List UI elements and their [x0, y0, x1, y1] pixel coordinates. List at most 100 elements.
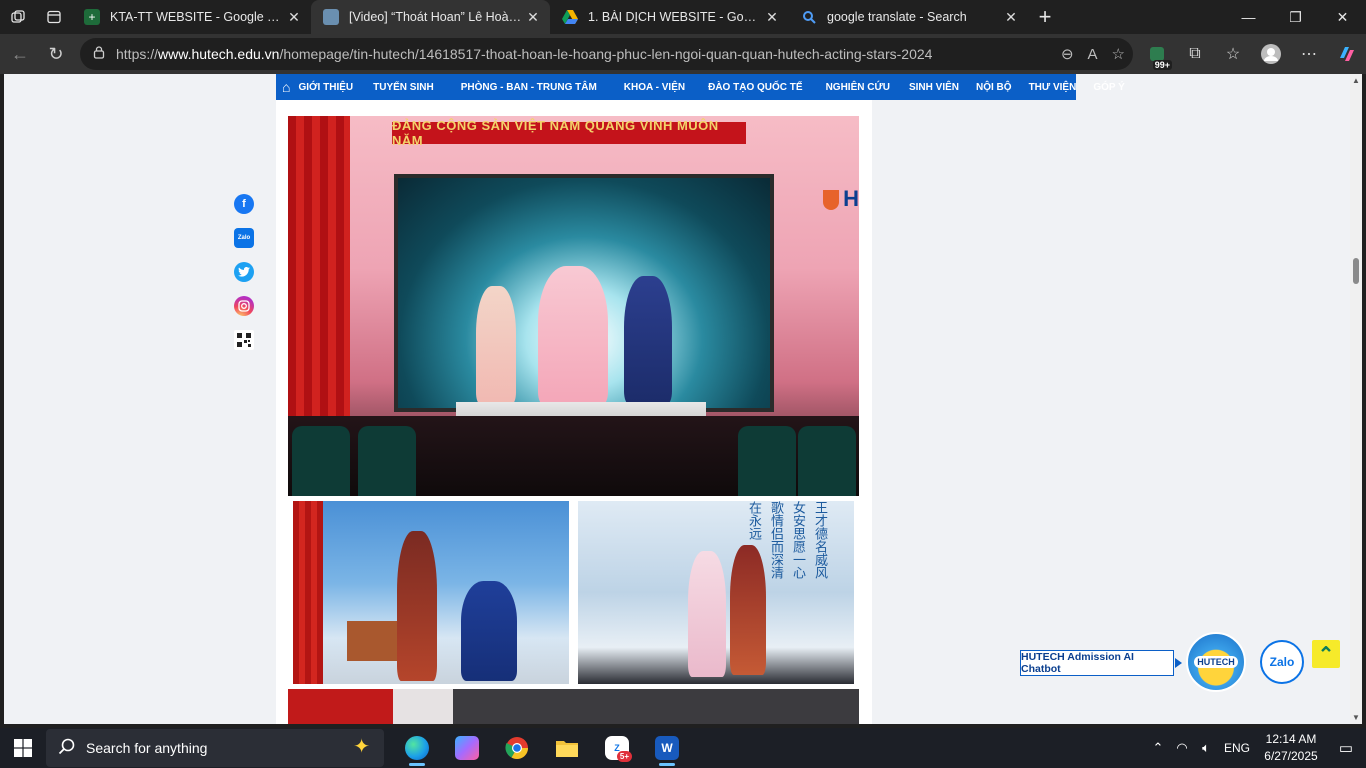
volume-icon[interactable]: 🔈︎	[1194, 740, 1218, 756]
refresh-icon[interactable]: ↻	[38, 36, 74, 72]
search-icon	[801, 9, 817, 25]
scroll-to-top-icon[interactable]: ⌃	[1312, 640, 1340, 668]
browser-toolbar: ← ↻ https://www.hutech.edu.vn/homepage/t…	[0, 34, 1366, 74]
extension-icon[interactable]: 99+	[1138, 34, 1176, 74]
favorites-icon[interactable]: ☆	[1214, 34, 1252, 74]
photo-banner-text: ĐẢNG CỘNG SẢN VIỆT NAM QUANG VINH MUÔN N…	[392, 118, 746, 148]
nav-thu-vien[interactable]: THƯ VIỆN	[1029, 82, 1077, 93]
zalo-taskbar-icon[interactable]: Z 5+	[592, 728, 642, 768]
google-drive-icon	[562, 9, 578, 25]
language-indicator[interactable]: ENG	[1218, 741, 1256, 755]
system-tray: ⌃ ◠ 🔈︎ ENG 12:14 AM 6/27/2025 ▭	[1146, 728, 1366, 768]
chrome-taskbar-icon[interactable]	[492, 728, 542, 768]
chatbot-avatar-button[interactable]: HUTECH	[1186, 632, 1246, 692]
zalo-chat-button[interactable]: Zalo	[1260, 640, 1304, 684]
hutech-page-icon	[323, 9, 339, 25]
chevron-up-icon[interactable]: ⌃	[1146, 740, 1170, 756]
performer	[624, 276, 672, 404]
nav-gioi-thieu[interactable]: GIỚI THIỆU	[298, 82, 353, 93]
file-explorer-taskbar-icon[interactable]	[542, 728, 592, 768]
url-text: https://www.hutech.edu.vn/homepage/tin-h…	[116, 46, 933, 62]
wifi-icon[interactable]: ◠	[1170, 740, 1194, 756]
facebook-icon[interactable]: f	[234, 194, 254, 214]
nav-tuyen-sinh[interactable]: TUYỂN SINH	[373, 82, 434, 93]
prop-table	[347, 621, 397, 661]
qr-code-icon[interactable]	[234, 330, 254, 350]
nav-gop-y[interactable]: GÓP Ý	[1093, 82, 1125, 93]
windows-start-icon[interactable]	[0, 728, 46, 768]
performer	[730, 545, 766, 675]
toolbar-right: 99+ ⧉ ☆ ⋯	[1138, 34, 1366, 74]
article-photo-next	[288, 689, 859, 724]
close-icon[interactable]: ✕	[285, 9, 303, 26]
performer	[688, 551, 726, 677]
nav-noi-bo[interactable]: NỘI BỘ	[976, 82, 1012, 93]
nav-nghien-cuu[interactable]: NGHIÊN CỨU	[826, 82, 890, 93]
article-photo-duel	[293, 501, 569, 684]
social-share-bar: f Zalo	[234, 194, 254, 350]
chatbot-label[interactable]: HUTECH Admission AI Chatbot	[1020, 650, 1174, 676]
taskbar-search[interactable]: Search for anything ✦	[46, 729, 384, 767]
tab-actions-icon[interactable]	[36, 0, 72, 34]
restore-icon[interactable]: ❐	[1272, 0, 1319, 34]
performer	[397, 531, 437, 681]
tab-google-drive[interactable]: 1. BÀI DỊCH WEBSITE - Google Dr ✕	[550, 0, 789, 34]
tab-hutech-article[interactable]: [Video] “Thoát Hoan” Lê Hoàng P ✕	[311, 0, 550, 34]
word-taskbar-icon[interactable]: W	[642, 728, 692, 768]
page-viewport: ⌂ GIỚI THIỆU TUYỂN SINH PHÒNG - BAN - TR…	[4, 74, 1350, 724]
site-info-icon[interactable]	[92, 45, 106, 64]
close-icon[interactable]: ✕	[763, 9, 781, 26]
workspaces-icon[interactable]	[0, 0, 36, 34]
twitter-icon[interactable]	[234, 262, 254, 282]
extensions-puzzle-icon[interactable]: ⧉	[1176, 34, 1214, 74]
favorite-star-icon[interactable]: ☆	[1112, 45, 1125, 63]
search-placeholder: Search for anything	[86, 740, 208, 756]
nav-phong-ban-trung-tam[interactable]: PHÒNG - BAN - TRUNG TÂM	[461, 82, 597, 93]
performer	[476, 286, 516, 404]
window-controls: ― ❐ ✕	[1225, 0, 1366, 34]
profile-avatar[interactable]	[1252, 34, 1290, 74]
nav-dao-tao-quoc-te[interactable]: ĐÀO TẠO QUỐC TẾ	[708, 82, 802, 93]
windows-taskbar: Search for anything ✦ Z 5+ W ⌃ ◠ 🔈︎ ENG …	[0, 728, 1366, 768]
zoom-icon[interactable]: ⊖	[1061, 45, 1074, 63]
new-tab-button[interactable]: +	[1028, 0, 1062, 34]
home-icon[interactable]: ⌂	[282, 79, 290, 95]
edge-taskbar-icon[interactable]	[392, 728, 442, 768]
article-photo-couple: 王才德名威风 女安思愿一心 歌情侣而深清 在永远	[578, 501, 854, 684]
page-scrollbar[interactable]: ▲ ▼	[1350, 74, 1362, 724]
clock[interactable]: 12:14 AM 6/27/2025	[1256, 731, 1326, 765]
copilot-icon[interactable]	[1328, 34, 1366, 74]
back-icon[interactable]: ←	[2, 36, 38, 72]
nav-khoa-vien[interactable]: KHOA - VIỆN	[624, 82, 685, 93]
site-main-nav: ⌂ GIỚI THIỆU TUYỂN SINH PHÒNG - BAN - TR…	[276, 74, 1125, 100]
close-icon[interactable]: ✕	[1002, 9, 1020, 26]
scroll-up-icon[interactable]: ▲	[1352, 76, 1360, 85]
tab-google-translate-search[interactable]: google translate - Search ✕	[789, 0, 1028, 34]
tab-title: 1. BÀI DỊCH WEBSITE - Google Dr	[588, 10, 763, 24]
address-bar[interactable]: https://www.hutech.edu.vn/homepage/tin-h…	[80, 38, 1133, 70]
poster-text: 在永远	[747, 501, 762, 540]
instagram-icon[interactable]	[234, 296, 254, 316]
close-window-icon[interactable]: ✕	[1319, 0, 1366, 34]
zalo-icon[interactable]: Zalo	[234, 228, 254, 248]
sparkle-icon: ✦	[353, 736, 370, 758]
audience	[288, 416, 859, 496]
read-aloud-icon[interactable]: A	[1088, 46, 1098, 63]
tab-title: KTA-TT WEBSITE - Google Trang t	[110, 10, 285, 24]
tab-kta-website[interactable]: + KTA-TT WEBSITE - Google Trang t ✕	[72, 0, 311, 34]
scroll-down-icon[interactable]: ▼	[1352, 713, 1360, 722]
poster-text: 女安思愿一心	[791, 501, 806, 579]
tab-strip: + KTA-TT WEBSITE - Google Trang t ✕ [Vid…	[0, 0, 1366, 34]
copilot-taskbar-icon[interactable]	[442, 728, 492, 768]
chatbot-arrow-icon	[1175, 658, 1182, 668]
more-menu-icon[interactable]: ⋯	[1290, 34, 1328, 74]
notification-icon[interactable]: ▭	[1326, 739, 1366, 757]
google-sites-icon: +	[84, 9, 100, 25]
close-icon[interactable]: ✕	[524, 9, 542, 26]
search-icon	[58, 737, 76, 760]
nav-sinh-vien[interactable]: SINH VIÊN	[909, 82, 959, 93]
scroll-thumb[interactable]	[1353, 258, 1359, 284]
minimize-icon[interactable]: ―	[1225, 0, 1272, 34]
clock-date: 6/27/2025	[1264, 749, 1318, 763]
hutech-logo: H	[823, 186, 859, 212]
